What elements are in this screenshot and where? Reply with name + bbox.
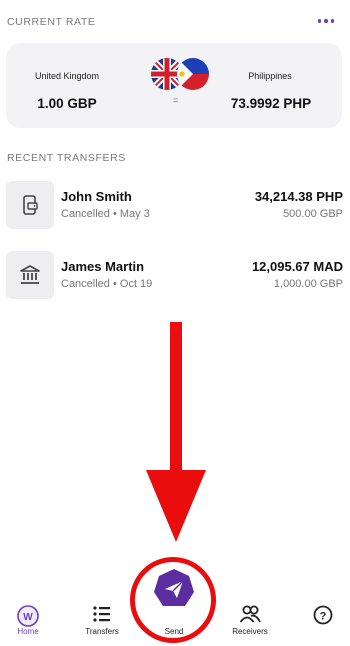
transfer-row[interactable]: James Martin Cancelled • Oct 19 12,095.6… <box>0 251 350 301</box>
more-dots-icon[interactable] <box>317 19 334 23</box>
bitdegree-logo: B <box>273 622 287 637</box>
bitdegree-watermark: B BitDegree <box>273 621 340 638</box>
annotation-arrow-shaft <box>170 322 182 482</box>
tab-transfers[interactable]: Transfers <box>72 590 132 640</box>
transfer-name: John Smith <box>61 189 132 204</box>
transfer-row[interactable]: John Smith Cancelled • May 3 34,214.38 P… <box>0 181 350 231</box>
currency-flags <box>151 58 209 90</box>
send-button[interactable] <box>152 567 196 611</box>
list-icon <box>93 606 110 622</box>
people-icon <box>239 605 261 623</box>
tab-home-label: Home <box>17 627 39 636</box>
transfer-name: James Martin <box>61 259 145 274</box>
philippines-flag-icon <box>177 58 209 90</box>
tab-receivers[interactable]: Receivers <box>220 590 280 640</box>
tab-send-label: Send <box>164 627 184 636</box>
to-country: Philippines <box>248 71 292 81</box>
current-rate-label: CURRENT RATE <box>7 16 96 28</box>
exchange-rate-card[interactable]: United Kingdom 1.00 GBP = Philippines 73… <box>6 43 342 128</box>
annotation-arrow-head <box>146 470 206 542</box>
watermark-text: BitDegree <box>290 623 340 636</box>
tab-home[interactable]: W Home <box>0 590 58 640</box>
transfer-amount: 12,095.67 MAD <box>251 259 343 274</box>
to-amount: 73.9992 PHP <box>230 96 312 111</box>
mobile-wallet-icon <box>6 181 54 229</box>
from-amount: 1.00 GBP <box>37 96 97 111</box>
transfer-sent-amount: 500.00 GBP <box>283 208 343 220</box>
svg-text:W: W <box>23 612 33 623</box>
transfer-amount: 34,214.38 PHP <box>254 189 343 204</box>
transfer-sent-amount: 1,000.00 GBP <box>273 278 343 290</box>
bank-icon <box>6 251 54 299</box>
equals-sign: = <box>173 95 179 105</box>
home-logo-icon: W <box>17 605 39 627</box>
tab-receivers-label: Receivers <box>232 627 268 636</box>
recent-transfers-label: RECENT TRANSFERS <box>7 152 126 164</box>
transfer-status: Cancelled • Oct 19 <box>61 278 153 290</box>
tab-transfers-label: Transfers <box>85 627 119 636</box>
from-country: United Kingdom <box>34 71 100 81</box>
transfer-status: Cancelled • May 3 <box>61 208 150 220</box>
